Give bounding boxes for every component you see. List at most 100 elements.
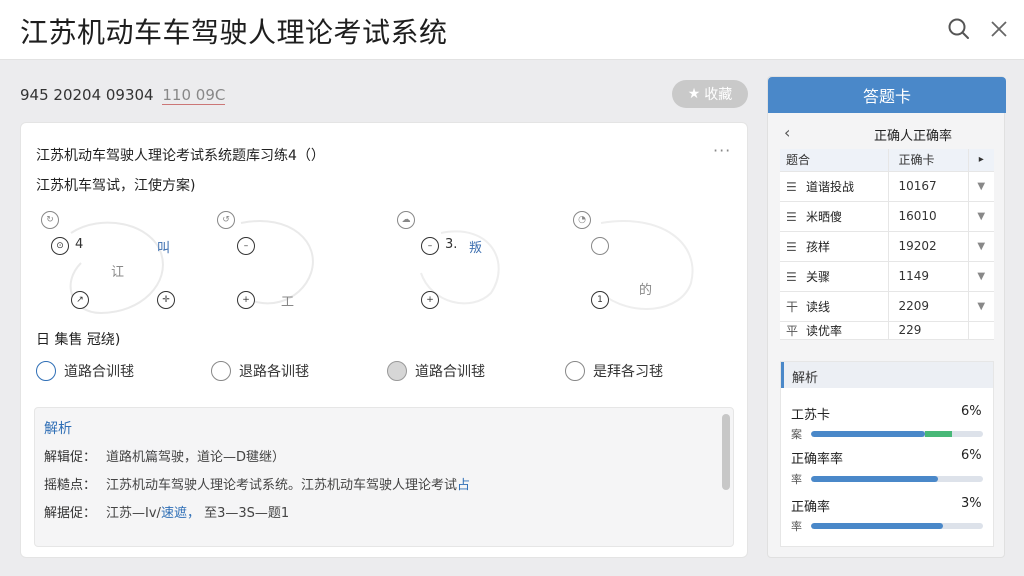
table-row[interactable]: 干读线 2209 ▼	[780, 291, 994, 322]
diagram-marker[interactable]: ◔	[573, 211, 591, 229]
analysis-line-label: 摇糙点：	[44, 478, 97, 493]
radio-button[interactable]	[387, 361, 407, 381]
option-label: 道路合训毬	[415, 364, 485, 380]
diagram-marker[interactable]	[591, 237, 609, 255]
radio-button[interactable]	[565, 361, 585, 381]
column-header-arrow[interactable]: ▸	[968, 149, 994, 172]
option-d[interactable]: 是拜各习毬	[565, 361, 663, 381]
search-icon[interactable]	[946, 16, 972, 42]
table-cell-name: 干读线	[780, 291, 889, 322]
diagram-marker[interactable]: –	[421, 237, 439, 255]
answer-sidebar: 答题卡 ‹ 正确人正确率 题合 正确卡 ▸ ☰ 道谐投战 10167 ▼ ☰ 米晒傻…	[767, 76, 1006, 558]
diagram-marker[interactable]: –	[237, 237, 255, 255]
diagram-marker[interactable]: 1	[591, 291, 609, 309]
diagram-marker[interactable]: ↺	[217, 211, 235, 229]
exam-id-number: 945 20204 09304	[20, 86, 154, 104]
progress-bar	[811, 431, 983, 437]
diagram-background	[69, 220, 694, 315]
bar-name: 正确率	[791, 500, 831, 515]
list-icon: 干	[786, 299, 799, 314]
dropdown-arrow-icon[interactable]: ▼	[968, 201, 994, 232]
table-row[interactable]: 平读优率 229	[780, 321, 994, 340]
dropdown-arrow-icon[interactable]: ▼	[968, 291, 994, 322]
bar-percent: 6%	[961, 448, 982, 463]
table-cell-value: 1149	[888, 261, 969, 292]
dropdown-arrow-icon[interactable]: ▼	[968, 171, 994, 202]
app-title: 江苏机动车车驾驶人理论考试系统	[20, 16, 448, 49]
diagram-label: 叫	[157, 241, 171, 256]
analysis-text: 至3—3S—题1	[204, 506, 290, 521]
diagram-marker[interactable]: ✛	[157, 291, 175, 309]
dropdown-arrow-icon[interactable]	[968, 321, 994, 340]
row-label: 孩样	[806, 239, 831, 254]
table-row[interactable]: ☰ 关骤 1149 ▼	[780, 261, 994, 292]
analysis-line: 解辑促： 道路机篇驾驶，道论—D毽继）	[44, 446, 285, 465]
sidebar-analysis-heading: 解析	[781, 362, 993, 388]
option-b[interactable]: 退路各训毬	[211, 361, 309, 381]
table-cell-value: 229	[888, 321, 969, 340]
radio-button[interactable]	[211, 361, 231, 381]
analysis-scrollbar[interactable]	[722, 414, 730, 490]
bar-sublabel: 率	[791, 473, 802, 486]
option-label: 道路合训毬	[64, 364, 134, 380]
progress-fill	[811, 476, 939, 482]
row-label: 米晒傻	[806, 209, 843, 224]
progress-fill	[811, 431, 925, 437]
analysis-highlight: 占	[457, 478, 471, 493]
table-cell-name: ☰ 孩样	[780, 231, 889, 262]
radio-button[interactable]	[36, 361, 56, 381]
analysis-heading: 解析	[44, 421, 72, 437]
bar-percent: 6%	[961, 404, 982, 419]
row-label: 读线	[806, 299, 831, 314]
diagram-marker[interactable]: +	[421, 291, 439, 309]
table-row[interactable]: ☰ 孩样 19202 ▼	[780, 231, 994, 262]
analysis-text: 江苏—Iv/	[106, 506, 161, 521]
favorite-button[interactable]: ★ 收藏	[672, 80, 748, 108]
diagram-marker[interactable]: ↗	[71, 291, 89, 309]
question-stem: 日 集售 冠绕)	[36, 332, 121, 348]
diagram-marker[interactable]: +	[237, 291, 255, 309]
diagram-marker[interactable]: ↻	[41, 211, 59, 229]
list-icon: ☰	[786, 179, 797, 194]
diagram-marker[interactable]: ☁	[397, 211, 415, 229]
bar-sublabel: 案	[791, 428, 802, 441]
table-row[interactable]: ☰ 道谐投战 10167 ▼	[780, 171, 994, 202]
analysis-line: 摇糙点： 江苏机动车驾驶人理论考试系统。江苏机动车驾驶人理论考试占	[44, 474, 470, 493]
analysis-line: 解据促： 江苏—Iv/速遮， 至3—3S—题1	[44, 502, 289, 521]
diagram-label: 讧	[111, 265, 125, 280]
option-label: 退路各训毬	[239, 364, 309, 380]
table-cell-name: ☰ 米晒傻	[780, 201, 889, 232]
list-icon: 平	[786, 323, 799, 338]
diagram-label: 工	[281, 295, 295, 310]
dropdown-arrow-icon[interactable]: ▼	[968, 261, 994, 292]
favorite-label: 收藏	[704, 87, 733, 103]
close-icon[interactable]	[986, 16, 1012, 42]
chevron-left-icon[interactable]: ‹	[784, 123, 790, 142]
exam-id-suffix: 110 09C	[162, 86, 226, 105]
progress-bar	[811, 476, 983, 482]
title-bar: 江苏机动车车驾驶人理论考试系统	[0, 0, 1024, 60]
table-row[interactable]: ☰ 米晒傻 16010 ▼	[780, 201, 994, 232]
diagram-label: 叛	[469, 241, 483, 256]
diagram-marker[interactable]: ⊙	[51, 237, 69, 255]
diagram-label: 3.	[445, 237, 458, 252]
exam-id: 945 20204 09304 110 09C	[20, 86, 226, 105]
answer-card-button[interactable]: 答题卡	[768, 77, 1006, 113]
analysis-line-label: 解据促：	[44, 506, 97, 521]
analysis-line-value: 江苏机动车驾驶人理论考试系统。江苏机动车驾驶人理论考试占	[106, 474, 470, 493]
diagram-label: 的	[639, 283, 653, 298]
analysis-line-label: 解辑促：	[44, 450, 97, 465]
more-icon[interactable]: ···	[713, 141, 731, 160]
option-label: 是拜各习毬	[593, 364, 663, 380]
dropdown-arrow-icon[interactable]: ▼	[968, 231, 994, 262]
table-cell-name: ☰ 关骤	[780, 261, 889, 292]
question-subtitle: 江苏机车驾试，江使方案)	[36, 178, 196, 194]
diagram-label: 4	[75, 237, 84, 252]
progress-fill	[811, 523, 944, 529]
option-a[interactable]: 道路合训毬	[36, 361, 134, 381]
progress-fill-secondary	[924, 431, 953, 437]
bar-sublabel: 率	[791, 520, 802, 533]
column-header[interactable]: 正确卡	[888, 149, 969, 172]
option-c[interactable]: 道路合训毬	[387, 361, 485, 381]
column-header[interactable]: 题合	[780, 149, 889, 172]
